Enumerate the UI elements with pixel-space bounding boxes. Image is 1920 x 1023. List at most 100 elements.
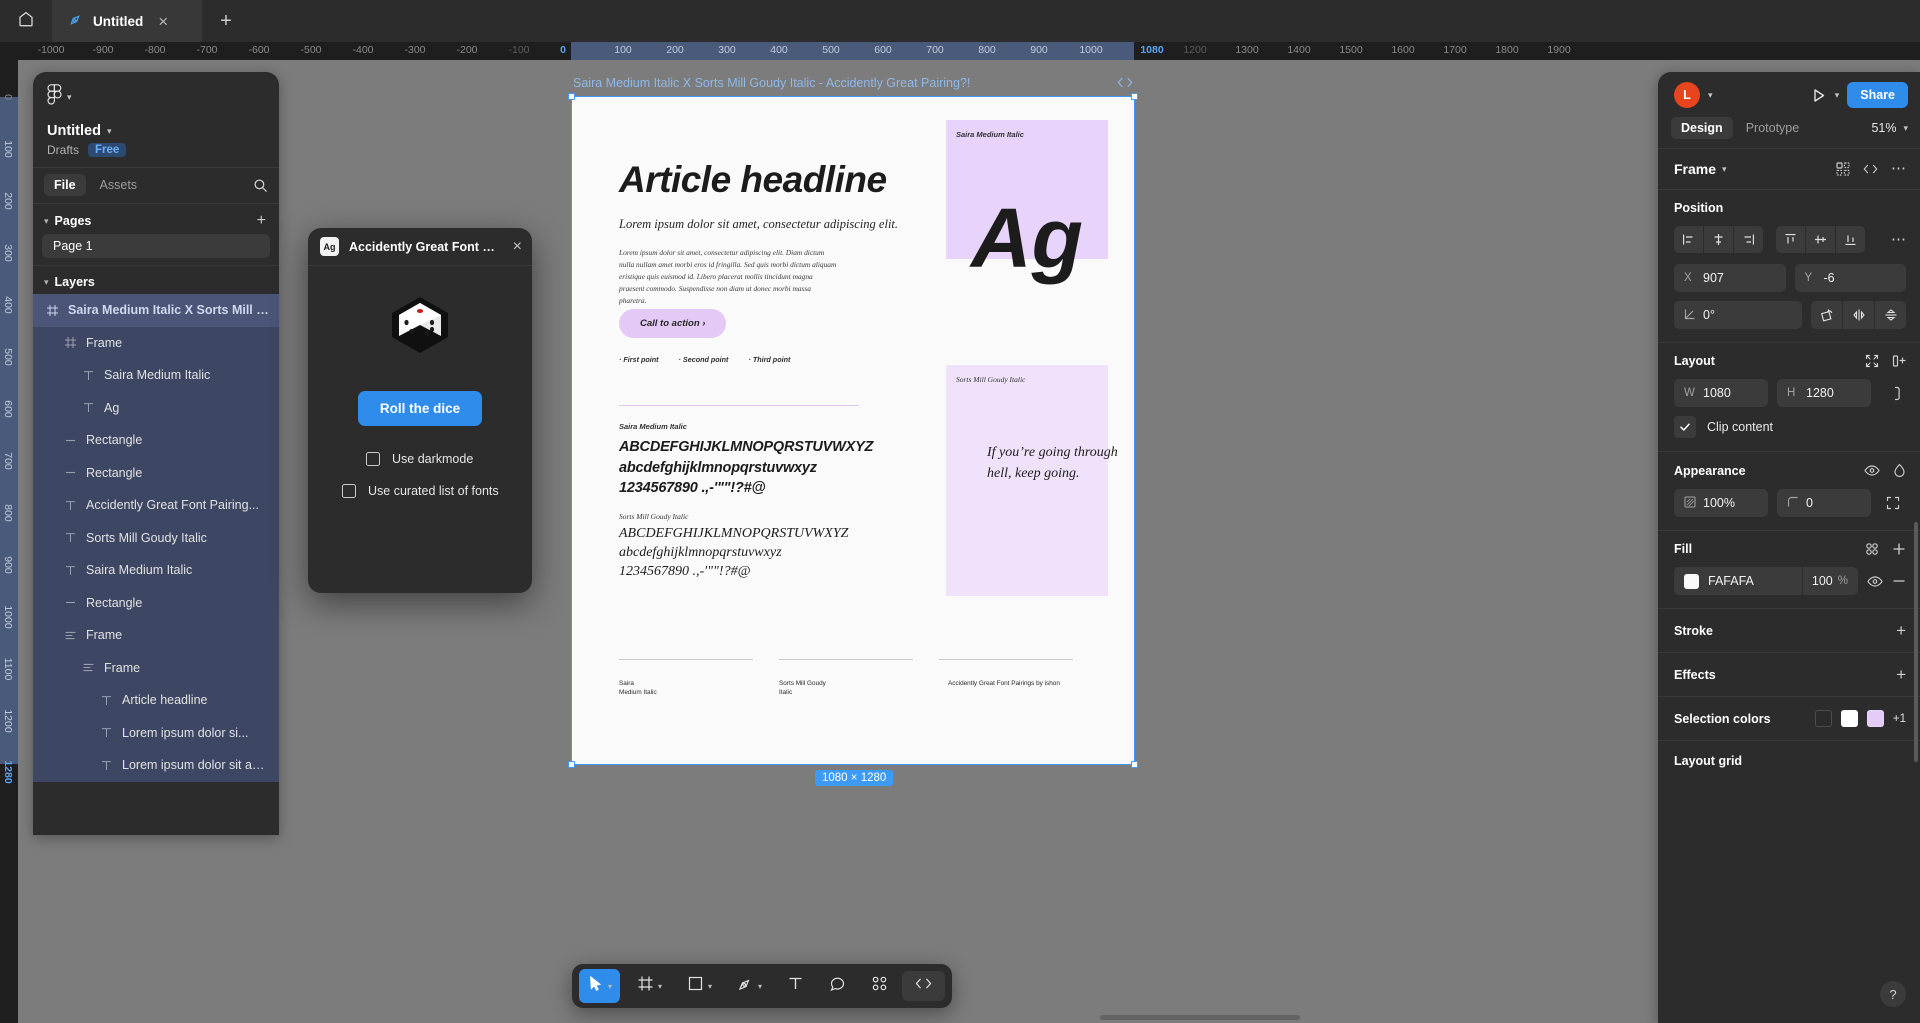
tab-design[interactable]: Design: [1671, 117, 1733, 139]
lock-ratio-icon[interactable]: [1880, 386, 1906, 401]
flip-horizontal-icon[interactable]: [1843, 301, 1874, 329]
help-button[interactable]: ?: [1880, 981, 1906, 1007]
figma-menu-button[interactable]: ▾: [47, 84, 265, 110]
close-icon[interactable]: ×: [513, 238, 522, 255]
y-field[interactable]: Y -6: [1794, 264, 1906, 292]
tab-assets[interactable]: Assets: [90, 174, 148, 196]
file-name-row[interactable]: Untitled ▾: [47, 123, 265, 139]
layer-row[interactable]: Rectangle: [33, 586, 279, 619]
present-button[interactable]: [1810, 87, 1827, 104]
independent-corners-icon[interactable]: [1880, 496, 1906, 510]
align-vertical-center-icon[interactable]: [1806, 226, 1835, 253]
height-field[interactable]: H 1280: [1777, 379, 1871, 407]
layer-row[interactable]: Frame: [33, 619, 279, 652]
layer-row[interactable]: Article headline: [33, 684, 279, 717]
resize-handle-br[interactable]: [1131, 761, 1138, 768]
resize-handle-tr[interactable]: [1131, 93, 1138, 100]
corner-radius-field[interactable]: 0: [1777, 489, 1871, 517]
plugin-titlebar[interactable]: Ag Accidently Great Font Pai... ×: [308, 228, 532, 266]
code-icon[interactable]: [1863, 163, 1878, 175]
resize-handle-tl[interactable]: [568, 93, 575, 100]
chevron-down-icon[interactable]: ▾: [608, 982, 612, 991]
plan-badge[interactable]: Free: [88, 143, 127, 157]
close-icon[interactable]: ×: [158, 13, 168, 30]
plus-icon[interactable]: [1892, 542, 1906, 556]
chevron-down-icon[interactable]: ▾: [708, 982, 712, 991]
layer-row[interactable]: Sorts Mill Goudy Italic: [33, 521, 279, 554]
horizontal-ruler[interactable]: -1000 -900 -800 -700 -600 -500 -400 -300…: [0, 42, 1920, 60]
add-page-button[interactable]: +: [257, 213, 266, 229]
layer-row[interactable]: Rectangle: [33, 424, 279, 457]
layer-row[interactable]: Saira Medium Italic X Sorts Mill G...: [33, 294, 279, 327]
tab-file[interactable]: File: [44, 174, 86, 196]
search-icon[interactable]: [253, 178, 268, 193]
color-swatch[interactable]: [1684, 573, 1699, 589]
styles-icon[interactable]: [1865, 542, 1879, 556]
fill-opacity[interactable]: 100 %: [1801, 567, 1858, 595]
properties-scroll[interactable]: Frame ▾ ⋯ Position ⋯ X 907 Y -6 0° Layou…: [1658, 149, 1920, 1023]
more-icon[interactable]: ⋯: [1891, 162, 1906, 176]
canvas-scrollbar[interactable]: [1100, 1015, 1300, 1020]
layer-row[interactable]: Lorem ipsum dolor sit am...: [33, 749, 279, 782]
selection-type-row[interactable]: Frame ▾ ⋯: [1674, 161, 1906, 177]
artboard-cta-button[interactable]: Call to action ›: [619, 309, 727, 338]
clip-content-row[interactable]: Clip content: [1674, 416, 1906, 438]
plugin-dialog[interactable]: Ag Accidently Great Font Pai... × Roll t…: [308, 228, 532, 593]
move-tool[interactable]: ▾: [579, 969, 621, 1003]
resize-to-fit-icon[interactable]: [1865, 354, 1879, 368]
flip-vertical-icon[interactable]: [1875, 301, 1906, 329]
more-colors-count[interactable]: +1: [1893, 713, 1906, 725]
share-button[interactable]: Share: [1847, 82, 1908, 108]
opacity-field[interactable]: 100%: [1674, 489, 1768, 517]
align-top-icon[interactable]: [1776, 226, 1805, 253]
chevron-down-icon[interactable]: ▾: [1708, 90, 1713, 101]
align-horizontal-center-icon[interactable]: [1704, 226, 1733, 253]
add-effect-button[interactable]: +: [1896, 666, 1906, 683]
frame-tool[interactable]: ▾: [629, 969, 670, 1003]
vertical-ruler[interactable]: 0 100 200 300 400 500 600 700 800 900 10…: [0, 60, 18, 1023]
layer-row[interactable]: Saira Medium Italic: [33, 359, 279, 392]
roll-dice-button[interactable]: Roll the dice: [357, 391, 483, 426]
visibility-icon[interactable]: [1867, 575, 1883, 588]
add-stroke-button[interactable]: +: [1896, 622, 1906, 639]
color-swatch[interactable]: [1866, 710, 1884, 727]
blend-mode-icon[interactable]: [1893, 463, 1906, 478]
zoom-control[interactable]: 51% ▾: [1871, 121, 1908, 135]
new-tab-button[interactable]: +: [202, 0, 250, 42]
artboard[interactable]: Article headline Lorem ipsum dolor sit a…: [568, 93, 1138, 768]
checkbox-clip-content[interactable]: [1674, 416, 1696, 438]
properties-scrollbar[interactable]: [1914, 522, 1918, 762]
dev-mode-button[interactable]: [902, 971, 946, 1001]
align-left-icon[interactable]: [1674, 226, 1703, 253]
layers-tree[interactable]: Saira Medium Italic X Sorts Mill G... Fr…: [33, 294, 279, 835]
layer-row[interactable]: Rectangle: [33, 456, 279, 489]
text-tool[interactable]: [779, 969, 812, 1003]
fill-swatch-row[interactable]: FAFAFA 100 %: [1674, 567, 1858, 595]
align-bottom-icon[interactable]: [1836, 226, 1865, 253]
layer-row[interactable]: Ag: [33, 391, 279, 424]
layer-row[interactable]: Saira Medium Italic: [33, 554, 279, 587]
sidebar-item-page-1[interactable]: Page 1: [42, 234, 270, 258]
checkbox-darkmode[interactable]: [366, 452, 380, 466]
layer-row[interactable]: Accidently Great Font Pairing...: [33, 489, 279, 522]
align-right-icon[interactable]: [1734, 226, 1763, 253]
rotate-icon[interactable]: [1811, 301, 1842, 329]
frame-label[interactable]: Saira Medium Italic X Sorts Mill Goudy I…: [573, 76, 970, 90]
chevron-down-icon[interactable]: ▾: [1835, 90, 1840, 101]
minus-icon[interactable]: [1892, 574, 1906, 588]
chevron-down-icon[interactable]: ▾: [658, 982, 662, 991]
rotation-field[interactable]: 0°: [1674, 301, 1802, 329]
add-autolayout-icon[interactable]: [1892, 354, 1906, 368]
layer-row[interactable]: Frame: [33, 651, 279, 684]
code-icon[interactable]: [1117, 76, 1133, 92]
avatar[interactable]: L: [1674, 82, 1700, 108]
component-icon[interactable]: [1836, 162, 1850, 176]
layers-section-header[interactable]: ▾ Layers: [33, 266, 279, 294]
tab-prototype[interactable]: Prototype: [1736, 117, 1810, 139]
color-swatch[interactable]: [1814, 710, 1832, 727]
option-darkmode-row[interactable]: Use darkmode: [308, 452, 532, 466]
color-swatch[interactable]: [1840, 710, 1858, 727]
resize-handle-bl[interactable]: [568, 761, 575, 768]
pages-section-header[interactable]: ▾ Pages +: [33, 204, 279, 234]
x-field[interactable]: X 907: [1674, 264, 1786, 292]
